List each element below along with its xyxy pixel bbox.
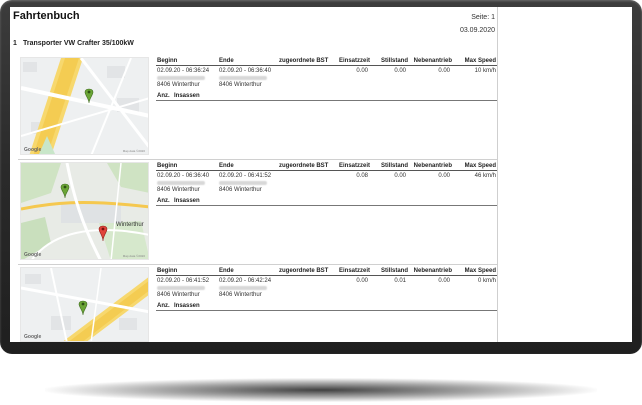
redacted-address [219, 181, 267, 185]
trip-separator [18, 264, 497, 265]
col-header-usage-time: Einsatzzeit [338, 163, 370, 169]
trip-max-speed: 46 km/h [474, 173, 496, 179]
trip-idle: 0.01 [394, 278, 406, 284]
trip-end-city: 8406 Winterthur [219, 82, 262, 88]
trip-aux-drive: 0.00 [438, 278, 450, 284]
trip-aux-drive: 0.00 [438, 68, 450, 74]
passengers-rule [156, 100, 497, 101]
col-header-idle: Stillstand [380, 268, 408, 274]
trip-begin-time: 02.09.20 - 06:41:52 [157, 278, 210, 284]
col-header-usage-time: Einsatzzeit [338, 58, 370, 64]
trip-map: Winterthur Google Map data ©2020 [20, 162, 149, 260]
trip-map: Google Map data ©2020 [20, 57, 149, 155]
col-header-aux-drive: Nebenantrieb [413, 58, 452, 64]
page-number: Seite: 1 [471, 14, 495, 21]
vehicle-number: 1 [13, 40, 17, 47]
device-shadow [45, 378, 597, 402]
col-header-begin: Beginn [157, 268, 178, 274]
col-header-end: Ende [219, 163, 234, 169]
header-rule [156, 65, 497, 66]
vehicle-heading: 1 Transporter VW Crafter 35/100kW [13, 40, 134, 47]
map-attribution: Map data ©2020 [122, 254, 145, 258]
header-rule [156, 275, 497, 276]
trip-end-time: 02.09.20 - 06:42:24 [219, 278, 272, 284]
trip-end-time: 02.09.20 - 06:36:40 [219, 68, 272, 74]
report-date: 03.09.2020 [459, 27, 495, 34]
screen: Fahrtenbuch Seite: 1 03.09.2020 1 Transpo… [10, 7, 632, 342]
count-label: Anz. [157, 93, 170, 99]
map-image [21, 58, 148, 154]
trip-usage-time: 0.00 [356, 68, 368, 74]
trip-begin-city: 8406 Winterthur [157, 187, 200, 193]
trip-aux-drive: 0.00 [438, 173, 450, 179]
trip-end-time: 02.09.20 - 06:41:52 [219, 173, 272, 179]
count-label: Anz. [157, 303, 170, 309]
trip-separator [18, 159, 497, 160]
trip-end-city: 8406 Winterthur [219, 292, 262, 298]
col-header-end: Ende [219, 58, 234, 64]
map-logo: Google [24, 252, 42, 258]
trip-begin-city: 8406 Winterthur [157, 292, 200, 298]
passengers-rule [156, 310, 497, 311]
map-image [21, 163, 148, 259]
col-header-begin: Beginn [157, 58, 178, 64]
report-page: Fahrtenbuch Seite: 1 03.09.2020 1 Transpo… [10, 7, 498, 342]
redacted-address [157, 76, 205, 80]
col-header-max-speed: Max Speed [464, 163, 496, 169]
passengers-label: Insassen [174, 93, 200, 99]
passengers-label: Insassen [174, 198, 200, 204]
col-header-max-speed: Max Speed [464, 268, 496, 274]
redacted-address [157, 286, 205, 290]
trip-map: Google [20, 267, 149, 342]
trip-max-speed: 0 km/h [477, 278, 496, 284]
map-image [21, 268, 148, 341]
header-rule [156, 170, 497, 171]
col-header-end: Ende [219, 268, 234, 274]
trip-begin-city: 8406 Winterthur [157, 82, 200, 88]
col-header-idle: Stillstand [380, 58, 408, 64]
map-logo: Google [24, 147, 42, 153]
map-logo: Google [24, 334, 42, 340]
device-frame: Fahrtenbuch Seite: 1 03.09.2020 1 Transpo… [0, 0, 642, 354]
redacted-address [157, 181, 205, 185]
col-header-cost-center: zugeordnete BST [279, 163, 329, 169]
redacted-address [219, 76, 267, 80]
col-header-cost-center: zugeordnete BST [279, 268, 329, 274]
trip-idle: 0.00 [394, 68, 406, 74]
col-header-aux-drive: Nebenantrieb [413, 163, 452, 169]
col-header-idle: Stillstand [380, 163, 408, 169]
vehicle-name: Transporter VW Crafter 35/100kW [23, 40, 134, 47]
col-header-usage-time: Einsatzzeit [338, 268, 370, 274]
trip-begin-time: 02.09.20 - 06:36:24 [157, 68, 210, 74]
trip-usage-time: 0.00 [356, 278, 368, 284]
redacted-address [219, 286, 267, 290]
report-title: Fahrtenbuch [13, 10, 80, 22]
trip-end-city: 8406 Winterthur [219, 187, 262, 193]
count-label: Anz. [157, 198, 170, 204]
trip-usage-time: 0.08 [356, 173, 368, 179]
trip-idle: 0.00 [394, 173, 406, 179]
map-attribution: Map data ©2020 [122, 149, 145, 153]
map-city-label: Winterthur [116, 222, 144, 228]
trip-max-speed: 10 km/h [474, 68, 496, 74]
passengers-rule [156, 205, 497, 206]
col-header-max-speed: Max Speed [464, 58, 496, 64]
col-header-begin: Beginn [157, 163, 178, 169]
col-header-aux-drive: Nebenantrieb [413, 268, 452, 274]
passengers-label: Insassen [174, 303, 200, 309]
trip-begin-time: 02.09.20 - 06:36:40 [157, 173, 210, 179]
col-header-cost-center: zugeordnete BST [279, 58, 329, 64]
